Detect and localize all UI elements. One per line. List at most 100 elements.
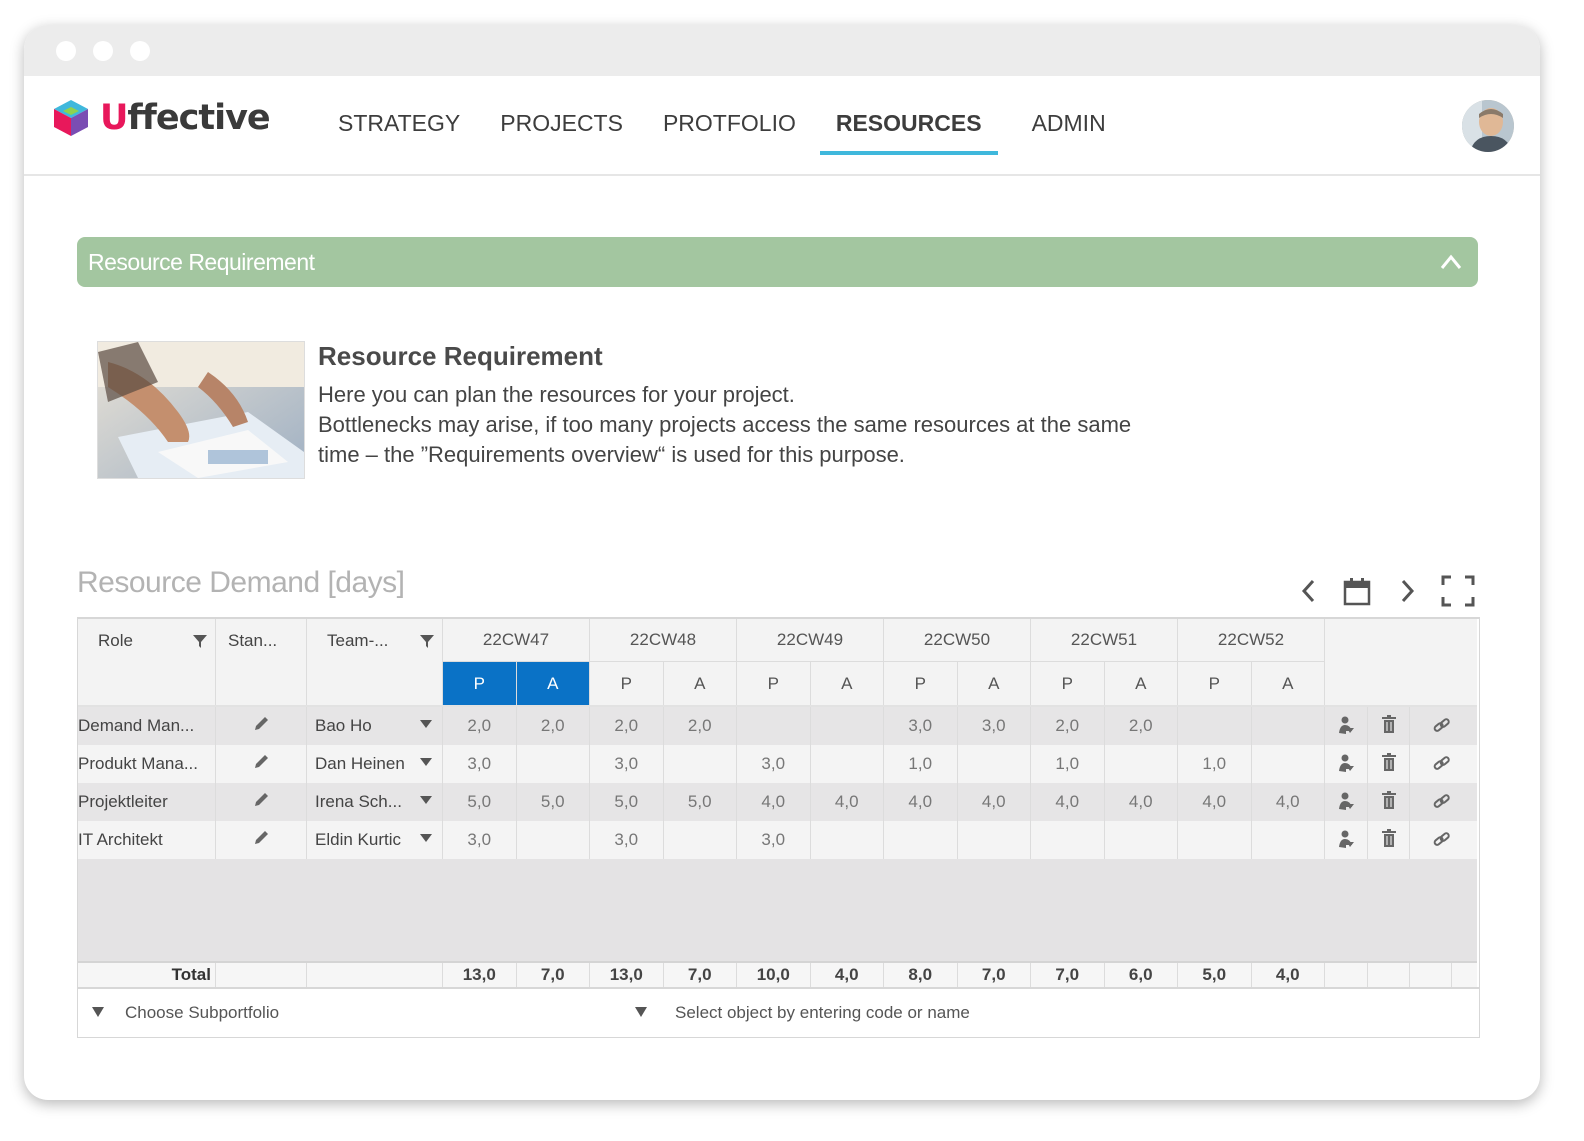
edit-pencil-icon[interactable]	[252, 791, 270, 809]
plan-subheader[interactable]: P	[737, 662, 811, 705]
assign-user-icon[interactable]	[1337, 791, 1355, 811]
column-header-standard[interactable]: Stan...	[216, 619, 307, 705]
value-cell[interactable]	[957, 821, 1031, 859]
value-cell[interactable]	[1031, 821, 1105, 859]
value-cell[interactable]: 4,0	[884, 783, 958, 821]
row-standard[interactable]	[216, 745, 307, 783]
value-cell[interactable]	[1178, 821, 1252, 859]
fullscreen-icon[interactable]	[1440, 574, 1476, 608]
row-role[interactable]: Produkt Mana...	[78, 745, 216, 783]
chevron-left-icon[interactable]	[1294, 574, 1324, 608]
value-cell[interactable]	[1251, 707, 1325, 745]
value-cell[interactable]	[1104, 821, 1178, 859]
value-cell[interactable]	[663, 745, 737, 783]
trash-icon[interactable]	[1380, 715, 1398, 735]
delete-cell[interactable]	[1368, 745, 1410, 783]
filter-icon[interactable]	[192, 633, 208, 649]
value-cell[interactable]	[1251, 821, 1325, 859]
chevron-right-icon[interactable]	[1392, 574, 1422, 608]
delete-cell[interactable]	[1368, 707, 1410, 745]
assign-user-cell[interactable]	[1325, 745, 1368, 783]
actual-subheader[interactable]: A	[663, 662, 737, 705]
user-avatar[interactable]	[1462, 100, 1514, 152]
value-cell[interactable]: 5,0	[516, 783, 590, 821]
section-header-resource-requirement[interactable]: Resource Requirement	[77, 237, 1478, 287]
value-cell[interactable]: 1,0	[1031, 745, 1105, 783]
value-cell[interactable]: 2,0	[443, 707, 517, 745]
subportfolio-select[interactable]: Choose Subportfolio	[125, 1003, 279, 1023]
value-cell[interactable]: 2,0	[590, 707, 664, 745]
link-cell[interactable]	[1410, 745, 1477, 783]
plan-subheader[interactable]: P	[590, 662, 664, 705]
value-cell[interactable]	[810, 745, 884, 783]
link-icon[interactable]	[1432, 717, 1452, 735]
link-cell[interactable]	[1410, 707, 1477, 745]
delete-cell[interactable]	[1368, 821, 1410, 859]
dropdown-arrow-icon[interactable]	[92, 1007, 104, 1017]
value-cell[interactable]: 4,0	[1251, 783, 1325, 821]
nav-admin[interactable]: ADMIN	[1032, 110, 1106, 156]
value-cell[interactable]	[1251, 745, 1325, 783]
value-cell[interactable]: 2,0	[663, 707, 737, 745]
nav-portfolio[interactable]: PROTFOLIO	[663, 110, 796, 156]
row-team-member[interactable]: Irena Sch...	[307, 783, 443, 821]
value-cell[interactable]	[1104, 745, 1178, 783]
value-cell[interactable]	[1178, 707, 1252, 745]
value-cell[interactable]: 3,0	[443, 745, 517, 783]
value-cell[interactable]: 3,0	[737, 745, 811, 783]
link-icon[interactable]	[1432, 755, 1452, 773]
value-cell[interactable]: 4,0	[737, 783, 811, 821]
edit-pencil-icon[interactable]	[252, 829, 270, 847]
row-standard[interactable]	[216, 821, 307, 859]
row-role[interactable]: Demand Man...	[78, 707, 216, 745]
row-team-member[interactable]: Bao Ho	[307, 707, 443, 745]
actual-subheader[interactable]: A	[1104, 662, 1178, 705]
row-role[interactable]: Projektleiter	[78, 783, 216, 821]
plan-subheader[interactable]: P	[1031, 662, 1105, 705]
value-cell[interactable]: 4,0	[1178, 783, 1252, 821]
dropdown-arrow-icon[interactable]	[419, 831, 433, 845]
value-cell[interactable]	[884, 821, 958, 859]
column-header-team[interactable]: Team-...	[307, 619, 443, 705]
plan-subheader-selected[interactable]: P	[443, 662, 517, 705]
value-cell[interactable]: 2,0	[1031, 707, 1105, 745]
assign-user-cell[interactable]	[1325, 707, 1368, 745]
value-cell[interactable]: 3,0	[590, 745, 664, 783]
value-cell[interactable]	[516, 821, 590, 859]
filter-icon[interactable]	[419, 633, 435, 649]
value-cell[interactable]: 4,0	[810, 783, 884, 821]
actual-subheader[interactable]: A	[957, 662, 1031, 705]
nav-projects[interactable]: PROJECTS	[500, 110, 623, 156]
nav-strategy[interactable]: STRATEGY	[338, 110, 460, 156]
value-cell[interactable]: 3,0	[957, 707, 1031, 745]
link-cell[interactable]	[1410, 783, 1477, 821]
assign-user-icon[interactable]	[1337, 753, 1355, 773]
plan-subheader[interactable]: P	[1178, 662, 1252, 705]
value-cell[interactable]: 4,0	[957, 783, 1031, 821]
value-cell[interactable]	[516, 745, 590, 783]
actual-subheader[interactable]: A	[810, 662, 884, 705]
link-cell[interactable]	[1410, 821, 1477, 859]
row-standard[interactable]	[216, 783, 307, 821]
value-cell[interactable]: 1,0	[1178, 745, 1252, 783]
value-cell[interactable]	[810, 707, 884, 745]
dropdown-arrow-icon[interactable]	[419, 717, 433, 731]
assign-user-cell[interactable]	[1325, 821, 1368, 859]
link-icon[interactable]	[1432, 793, 1452, 811]
value-cell[interactable]: 3,0	[443, 821, 517, 859]
dropdown-arrow-icon[interactable]	[635, 1007, 647, 1017]
app-logo[interactable]: Uffective	[48, 98, 271, 138]
dropdown-arrow-icon[interactable]	[419, 755, 433, 769]
delete-cell[interactable]	[1368, 783, 1410, 821]
plan-subheader[interactable]: P	[884, 662, 958, 705]
column-header-role[interactable]: Role	[78, 619, 216, 705]
value-cell[interactable]: 3,0	[884, 707, 958, 745]
value-cell[interactable]	[957, 745, 1031, 783]
actual-subheader-selected[interactable]: A	[516, 662, 590, 705]
calendar-icon[interactable]	[1342, 574, 1372, 608]
value-cell[interactable]: 1,0	[884, 745, 958, 783]
assign-user-cell[interactable]	[1325, 783, 1368, 821]
row-team-member[interactable]: Eldin Kurtic	[307, 821, 443, 859]
actual-subheader[interactable]: A	[1251, 662, 1325, 705]
trash-icon[interactable]	[1380, 791, 1398, 811]
